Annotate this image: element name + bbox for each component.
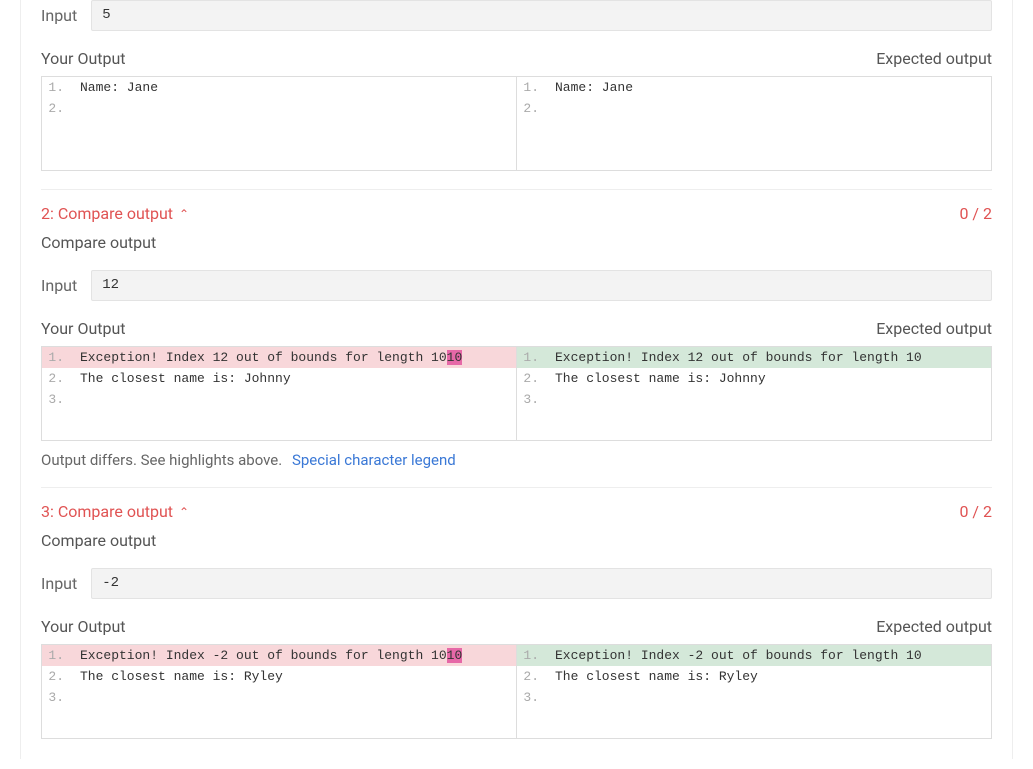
test3-io-header: Your Output Expected output: [41, 617, 992, 636]
test1-input-row: Input 5: [41, 0, 992, 31]
table-row: 1.Exception! Index 12 out of bounds for …: [517, 347, 991, 368]
test2-diff-note: Output differs. See highlights above. Sp…: [41, 451, 992, 469]
test2-subtitle: Compare output: [41, 233, 992, 252]
test2-score: 0 / 2: [959, 204, 992, 223]
test2-header: 2: Compare output ⌃ 0 / 2: [41, 204, 992, 223]
test3-input-value: -2: [91, 568, 992, 599]
input-label: Input: [41, 270, 91, 301]
test2-title: 2: Compare output: [41, 204, 173, 223]
test1-expected-output: 1.Name: Jane 2.: [517, 77, 991, 170]
chevron-up-icon: ⌃: [179, 207, 189, 221]
test3-your-output: 1.Exception! Index -2 out of bounds for …: [42, 645, 517, 738]
table-row: 3.: [42, 389, 516, 410]
diff-highlight: 10: [447, 350, 463, 365]
test3-expected-output: 1.Exception! Index -2 out of bounds for …: [517, 645, 991, 738]
test3-subtitle: Compare output: [41, 531, 992, 550]
expected-output-label: Expected output: [876, 49, 992, 68]
test2-toggle[interactable]: 2: Compare output ⌃: [41, 204, 189, 223]
results-panel: Input 5 Your Output Expected output 1.Na…: [20, 0, 1013, 759]
table-row: 3.: [517, 389, 991, 410]
table-row: 2.: [42, 98, 516, 119]
test2-input-row: Input 12: [41, 270, 992, 301]
table-row: 2.: [517, 98, 991, 119]
test3-title: 3: Compare output: [41, 502, 173, 521]
your-output-label: Your Output: [41, 49, 126, 68]
test3-score: 0 / 2: [959, 502, 992, 521]
test1-input-value: 5: [91, 0, 992, 31]
chevron-up-icon: ⌃: [179, 505, 189, 519]
input-label: Input: [41, 568, 91, 599]
table-row: 1.Name: Jane: [517, 77, 991, 98]
table-row: 1.Exception! Index 12 out of bounds for …: [42, 347, 516, 368]
test1-your-output: 1.Name: Jane 2.: [42, 77, 517, 170]
test2-expected-output: 1.Exception! Index 12 out of bounds for …: [517, 347, 991, 440]
table-row: 2.The closest name is: Ryley: [42, 666, 516, 687]
table-row: 2.The closest name is: Johnny: [517, 368, 991, 389]
test2-io-header: Your Output Expected output: [41, 319, 992, 338]
expected-output-label: Expected output: [876, 617, 992, 636]
test3-header: 3: Compare output ⌃ 0 / 2: [41, 502, 992, 521]
table-row: 2.The closest name is: Ryley: [517, 666, 991, 687]
test2-your-output: 1.Exception! Index 12 out of bounds for …: [42, 347, 517, 440]
table-row: 3.: [517, 687, 991, 708]
diff-message: Output differs. See highlights above.: [41, 451, 282, 469]
table-row: 1.Exception! Index -2 out of bounds for …: [42, 645, 516, 666]
test2-input-value: 12: [91, 270, 992, 301]
test2-output-grid: 1.Exception! Index 12 out of bounds for …: [41, 346, 992, 441]
test3-output-grid: 1.Exception! Index -2 out of bounds for …: [41, 644, 992, 739]
table-row: 2.The closest name is: Johnny: [42, 368, 516, 389]
table-row: 1.Exception! Index -2 out of bounds for …: [517, 645, 991, 666]
expected-output-label: Expected output: [876, 319, 992, 338]
test1-output-grid: 1.Name: Jane 2. 1.Name: Jane 2.: [41, 76, 992, 171]
test3-section: 3: Compare output ⌃ 0 / 2 Compare output…: [41, 487, 992, 739]
test1-io-header: Your Output Expected output: [41, 49, 992, 68]
test3-input-row: Input -2: [41, 568, 992, 599]
test3-toggle[interactable]: 3: Compare output ⌃: [41, 502, 189, 521]
your-output-label: Your Output: [41, 319, 126, 338]
input-label: Input: [41, 0, 91, 31]
your-output-label: Your Output: [41, 617, 126, 636]
diff-highlight: 10: [447, 648, 463, 663]
test2-section: 2: Compare output ⌃ 0 / 2 Compare output…: [41, 189, 992, 469]
special-char-legend-link[interactable]: Special character legend: [292, 451, 456, 469]
table-row: 3.: [42, 687, 516, 708]
table-row: 1.Name: Jane: [42, 77, 516, 98]
